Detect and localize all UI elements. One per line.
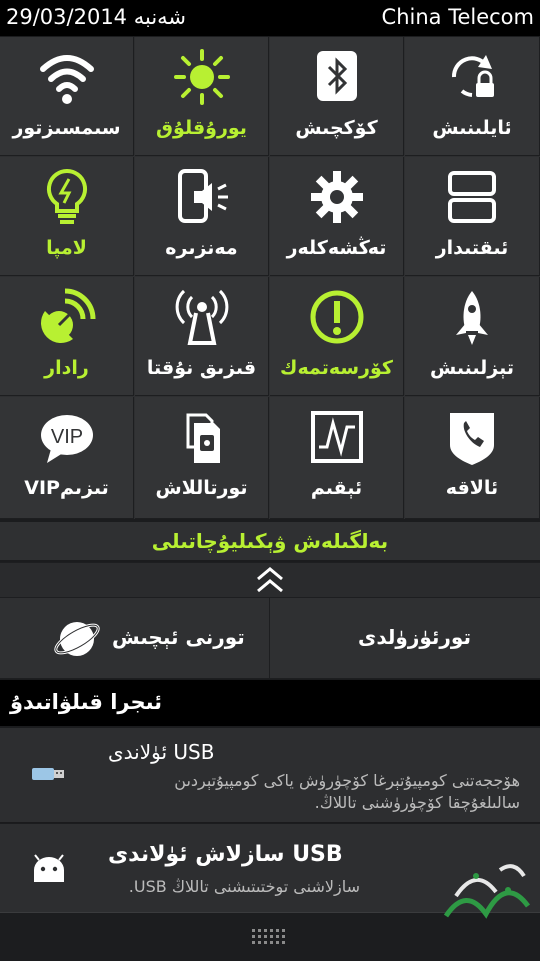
tile-label: رادار <box>44 357 89 379</box>
network-off-label: تورئۈزۈلدى <box>358 625 471 649</box>
notifications-title: ئىجرا قىلۋاتىدۇ <box>10 690 163 714</box>
notification-desc: سازلاشنى توختىتىشنى تاللاڭ USB. <box>128 877 360 896</box>
tile-label: يورۇقلۇق <box>156 117 247 139</box>
tile-storage[interactable]: ئىقتىدار <box>405 157 540 276</box>
tile-signal[interactable]: ئېقىم <box>270 397 404 519</box>
rocket-icon <box>456 291 488 345</box>
tile-label: مەنزىرە <box>165 237 238 259</box>
wifi-icon <box>40 55 94 104</box>
storage-icon <box>448 171 496 223</box>
tile-label: ئىقتىدار <box>435 237 509 259</box>
drag-handle-icon <box>252 929 285 944</box>
tile-label: كۆكچىش <box>295 117 378 139</box>
sun-icon <box>174 49 230 105</box>
bluetooth-icon <box>317 51 357 101</box>
tile-brightness[interactable]: يورۇقلۇق <box>135 37 269 156</box>
phone-mute-icon <box>178 169 228 223</box>
notification-title: ئۈلاندى USB <box>108 740 215 764</box>
tile-label: تەڭشەكلەر <box>286 237 387 259</box>
android-icon <box>34 854 64 882</box>
quick-settings-grid: سىمسىزتور يورۇقلۇق كۆكچىش ئايلىنىش لامپا… <box>0 37 540 519</box>
tile-label: قىزىق نۇقتا <box>146 357 257 379</box>
tile-radar[interactable]: رادار <box>0 277 134 396</box>
tile-speed[interactable]: تېزلىنىش <box>405 277 540 396</box>
tile-alert[interactable]: كۆرسەتمەك <box>270 277 404 396</box>
open-network-button[interactable]: تورنى ئېچىش <box>0 598 270 679</box>
sim-card-icon <box>186 413 220 463</box>
tile-label: ئايلىنىش <box>432 117 512 139</box>
brightness-row[interactable]: بەلگىلەش ۋېكىليۇچاتىلى <box>0 522 540 560</box>
tile-mute[interactable]: مەنزىرە <box>135 157 269 276</box>
tile-vip[interactable]: VIP تىزىمVIP <box>0 397 134 519</box>
chevron-up-icon <box>257 567 283 593</box>
notification-desc: ھۆججەتنى كومپيۇتېرغا كۆچۈرۈش ياكى كومپيۇ… <box>174 771 520 812</box>
tile-label: تېزلىنىش <box>430 357 514 379</box>
alert-icon <box>310 290 364 344</box>
tile-hotspot[interactable]: قىزىق نۇقتا <box>135 277 269 396</box>
phone-shield-icon <box>450 413 494 465</box>
tile-rotation[interactable]: ئايلىنىش <box>405 37 540 156</box>
lightbulb-icon <box>46 168 88 224</box>
status-carrier: China Telecom <box>381 5 534 29</box>
tile-flashlight[interactable]: لامپا <box>0 157 134 276</box>
vip-icon-text: VIP <box>51 426 83 448</box>
rotation-lock-icon <box>451 55 494 97</box>
tile-wifi[interactable]: سىمسىزتور <box>0 37 134 156</box>
status-date: شەنبە 29/03/2014 <box>6 5 187 29</box>
open-network-label: تورنى ئېچىش <box>112 625 245 649</box>
tile-label: تورتاللاش <box>155 477 248 499</box>
status-bar: شەنبە 29/03/2014 China Telecom <box>0 0 540 36</box>
planet-icon <box>54 622 100 656</box>
tile-call[interactable]: ئالاقە <box>405 397 540 519</box>
tile-label: ئالاقە <box>445 477 499 499</box>
hotspot-icon <box>175 289 229 345</box>
tile-label: لامپا <box>46 237 87 259</box>
notification-title: سازلاش ئۈلاندى USB <box>108 842 343 867</box>
collapse-handle[interactable] <box>0 562 540 598</box>
tile-label: كۆرسەتمەك <box>280 357 393 379</box>
notification-usb[interactable]: ئۈلاندى USB ھۆججەتنى كومپيۇتېرغا كۆچۈرۈش… <box>0 728 540 823</box>
watermark-logo <box>443 864 531 919</box>
tile-sim[interactable]: تورتاللاش <box>135 397 269 519</box>
tile-settings[interactable]: تەڭشەكلەر <box>270 157 404 276</box>
notifications-header: ئىجرا قىلۋاتىدۇ <box>0 680 540 726</box>
tile-bluetooth[interactable]: كۆكچىش <box>270 37 404 156</box>
radar-icon <box>40 288 96 343</box>
tile-label: ئېقىم <box>310 477 363 499</box>
usb-icon <box>32 768 64 780</box>
tile-label: سىمسىزتور <box>12 117 121 139</box>
gear-icon <box>311 171 363 223</box>
vip-icon: VIP <box>41 415 93 463</box>
tile-label: تىزىمVIP <box>24 477 109 499</box>
network-off-button[interactable]: تورئۈزۈلدى <box>270 598 540 679</box>
signal-monitor-icon <box>311 411 363 463</box>
